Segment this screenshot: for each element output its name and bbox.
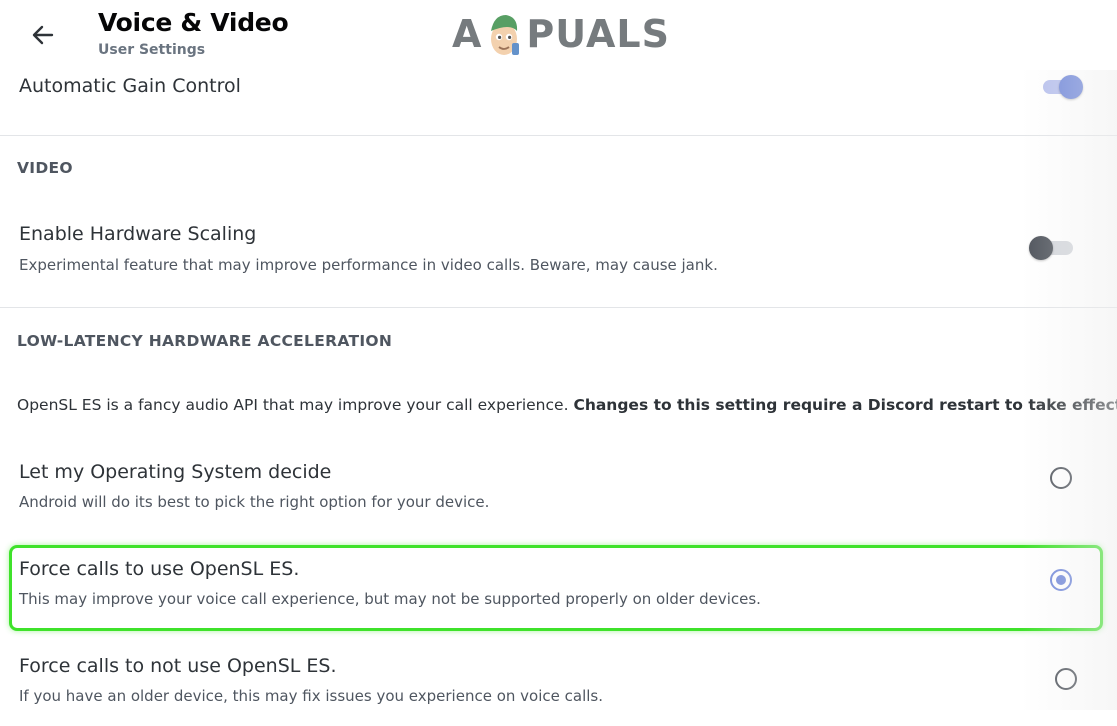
option-no-opensl-label: Force calls to not use OpenSL ES. bbox=[19, 655, 337, 677]
page-title: Voice & Video bbox=[98, 8, 289, 37]
back-button[interactable] bbox=[26, 18, 60, 52]
divider bbox=[0, 135, 1117, 136]
mascot-icon bbox=[491, 15, 520, 55]
voice-video-settings-page: Voice & Video User Settings A PUALS Auto… bbox=[0, 0, 1117, 726]
option-os-decide-description: Android will do its best to pick the rig… bbox=[19, 493, 490, 511]
hw-scaling-toggle[interactable] bbox=[1029, 236, 1075, 260]
arrow-left-icon bbox=[32, 25, 54, 45]
option-no-opensl-description: If you have an older device, this may fi… bbox=[19, 687, 603, 705]
hw-scaling-description: Experimental feature that may improve pe… bbox=[19, 256, 718, 274]
agc-toggle[interactable] bbox=[1037, 75, 1083, 99]
page-subtitle: User Settings bbox=[98, 42, 206, 58]
edge-shadow bbox=[1021, 70, 1117, 710]
option-no-opensl-radio[interactable] bbox=[1055, 668, 1077, 690]
hw-scaling-label: Enable Hardware Scaling bbox=[19, 223, 257, 245]
toggle-knob bbox=[1029, 236, 1053, 260]
appuals-watermark-logo: A PUALS bbox=[452, 6, 670, 62]
watermark-text-left: A bbox=[452, 12, 483, 56]
option-force-opensl-description: This may improve your voice call experie… bbox=[19, 590, 761, 608]
opensl-note-text: OpenSL ES is a fancy audio API that may … bbox=[17, 396, 569, 414]
option-os-decide-label: Let my Operating System decide bbox=[19, 461, 332, 483]
video-section-title: VIDEO bbox=[17, 159, 73, 177]
option-force-opensl-label: Force calls to use OpenSL ES. bbox=[19, 558, 300, 580]
toggle-knob bbox=[1059, 75, 1083, 99]
option-force-opensl-radio[interactable] bbox=[1050, 569, 1072, 591]
divider bbox=[0, 307, 1117, 308]
watermark-text-right: PUALS bbox=[526, 12, 670, 56]
low-latency-section-title: LOW-LATENCY HARDWARE ACCELERATION bbox=[17, 332, 393, 350]
option-os-decide-radio[interactable] bbox=[1050, 467, 1072, 489]
opensl-note: OpenSL ES is a fancy audio API that may … bbox=[17, 396, 1117, 414]
agc-label: Automatic Gain Control bbox=[19, 75, 241, 97]
opensl-note-warning: Changes to this setting require a Discor… bbox=[573, 396, 1117, 414]
